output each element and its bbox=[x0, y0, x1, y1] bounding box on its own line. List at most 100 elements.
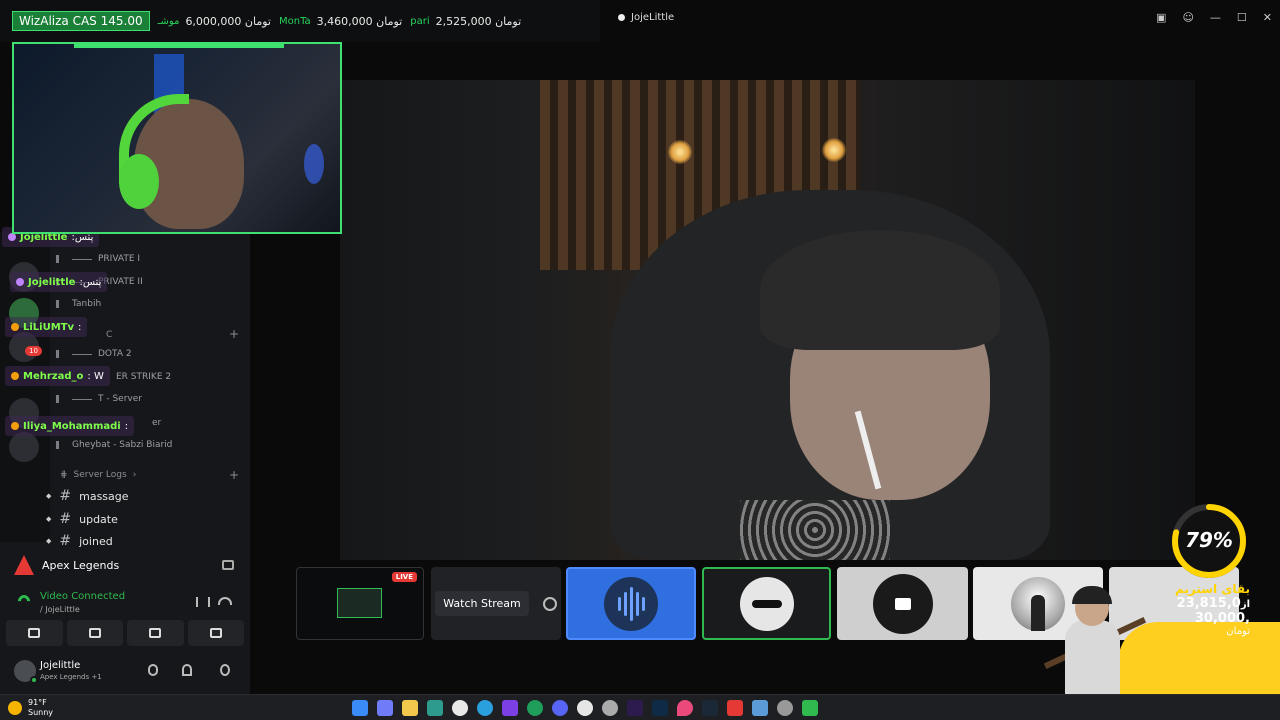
visual-studio-icon[interactable] bbox=[502, 700, 518, 716]
soundboard-icon bbox=[209, 628, 222, 638]
speaker-icon bbox=[56, 300, 66, 308]
unread-indicator-icon: ◆ bbox=[46, 537, 52, 545]
obs-icon[interactable] bbox=[577, 700, 593, 716]
signal-icon[interactable] bbox=[15, 592, 33, 610]
goal-current-suffix: از bbox=[1240, 599, 1250, 610]
voice-channel[interactable]: ER STRIKE 2 bbox=[116, 372, 171, 382]
user-activity: Apex Legends +1 bbox=[40, 673, 102, 681]
sun-icon bbox=[8, 701, 22, 715]
premiere-icon[interactable] bbox=[627, 700, 643, 716]
noise-suppression-icon[interactable] bbox=[196, 597, 210, 607]
goal-target: 30,000, bbox=[1194, 611, 1250, 626]
category-header[interactable]: ⋕ Server Logs › bbox=[60, 470, 136, 480]
voice-channel[interactable]: T - Server bbox=[56, 394, 142, 404]
popout-icon[interactable] bbox=[542, 596, 557, 611]
server-icon[interactable] bbox=[9, 432, 39, 462]
weather-text: 91°F Sunny bbox=[28, 698, 53, 718]
chat-username: LiLiUMTv bbox=[23, 321, 75, 333]
soundboard-button[interactable] bbox=[187, 620, 244, 646]
chat-text: : W bbox=[87, 370, 104, 382]
category-header[interactable]: C bbox=[106, 330, 112, 340]
watch-stream-button[interactable]: Watch Stream bbox=[435, 591, 529, 616]
start-icon[interactable] bbox=[352, 700, 368, 716]
settings-app-icon[interactable] bbox=[602, 700, 618, 716]
text-channel[interactable]: ◆ # massage bbox=[46, 488, 129, 504]
line-icon bbox=[72, 398, 92, 400]
popout-icon[interactable]: ▣ bbox=[1156, 11, 1166, 24]
close-button[interactable]: ✕ bbox=[1263, 11, 1272, 24]
online-status-icon bbox=[30, 676, 38, 684]
help-icon[interactable]: ☺ bbox=[1182, 11, 1193, 24]
username[interactable]: Jojelittle bbox=[40, 660, 80, 671]
activities-button[interactable] bbox=[127, 620, 184, 646]
text-channel[interactable]: ◆ # update bbox=[46, 511, 118, 527]
voice-channel[interactable]: Tanbih bbox=[56, 299, 101, 309]
headphones-icon[interactable] bbox=[182, 664, 192, 676]
wave-bar bbox=[617, 596, 621, 611]
streamer-hair bbox=[760, 230, 1000, 350]
apex-taskbar-icon[interactable] bbox=[727, 700, 743, 716]
unread-indicator-icon: ◆ bbox=[46, 492, 52, 500]
window-titlebar: JojeLittle ▣ ☺ — ☐ ✕ bbox=[600, 6, 1280, 28]
app-icon[interactable] bbox=[752, 700, 768, 716]
microphone-icon[interactable] bbox=[148, 664, 158, 676]
telegram-icon[interactable] bbox=[477, 700, 493, 716]
speaker-icon bbox=[56, 350, 66, 358]
voice-channel[interactable]: DOTA 2 bbox=[56, 349, 132, 359]
hash-icon: # bbox=[59, 511, 72, 527]
add-channel-icon[interactable]: + bbox=[229, 468, 239, 482]
ticker-name: MonTa bbox=[279, 15, 311, 27]
activity-card-icon[interactable] bbox=[222, 560, 234, 570]
mention-badge: 10 bbox=[25, 346, 42, 356]
app-icon[interactable] bbox=[427, 700, 443, 716]
wave-bar bbox=[623, 591, 627, 616]
hash-icon: ⋕ bbox=[60, 470, 68, 480]
category-label: C bbox=[106, 330, 113, 340]
weather-widget[interactable]: 91°F Sunny bbox=[8, 698, 53, 718]
map-pin-icon[interactable] bbox=[677, 700, 693, 716]
photoshop-icon[interactable] bbox=[652, 700, 668, 716]
goal-current: 23,815,0از bbox=[1150, 596, 1250, 611]
chrome-icon[interactable] bbox=[452, 700, 468, 716]
discord-icon[interactable] bbox=[552, 700, 568, 716]
participant-tile[interactable] bbox=[702, 567, 831, 640]
chat-message: Iliya_Mohammadi : bbox=[5, 416, 135, 436]
maximize-button[interactable]: ☐ bbox=[1237, 11, 1247, 24]
activity-panel[interactable]: Apex Legends bbox=[6, 548, 244, 582]
voice-channel[interactable]: Gheybat - Sabzi Biarid bbox=[56, 440, 172, 450]
screen: WizAliza CAS 145.00 موشـ 6,000,000 تومان… bbox=[0, 0, 1280, 720]
window-title: JojeLittle bbox=[618, 12, 674, 23]
participant-tile[interactable] bbox=[837, 567, 968, 640]
chat-text: :پتس bbox=[79, 276, 102, 288]
camera-off-button[interactable] bbox=[6, 620, 63, 646]
screen-share-button[interactable] bbox=[66, 620, 123, 646]
text-channel[interactable]: ◆ # joined bbox=[46, 533, 113, 549]
gear-icon[interactable] bbox=[777, 700, 793, 716]
app-icon[interactable] bbox=[802, 700, 818, 716]
goal-percent: 79% bbox=[1185, 528, 1233, 552]
chat-username: Mehrzad_o bbox=[23, 370, 84, 382]
main-stream-video[interactable] bbox=[340, 80, 1195, 560]
disconnect-icon[interactable] bbox=[218, 597, 232, 605]
chevron-right-icon: › bbox=[132, 470, 137, 480]
lamp-light bbox=[668, 140, 692, 164]
window-controls: ▣ ☺ — ☐ ✕ bbox=[1156, 11, 1272, 24]
speaker-icon bbox=[56, 395, 66, 403]
gear-icon[interactable] bbox=[220, 664, 230, 676]
screen-share-tile[interactable]: LIVE bbox=[296, 567, 424, 640]
voice-channel[interactable]: PRIVATE I bbox=[56, 254, 140, 264]
screen-share-icon bbox=[88, 628, 101, 638]
steam-icon[interactable] bbox=[702, 700, 718, 716]
ticker-amount: 3,460,000 تومان bbox=[316, 14, 403, 28]
line-icon bbox=[72, 353, 92, 355]
minimize-button[interactable]: — bbox=[1210, 11, 1221, 24]
participant-tile-speaking[interactable] bbox=[566, 567, 696, 640]
chat-message: Mehrzad_o : W bbox=[5, 366, 110, 386]
camera-icon bbox=[894, 597, 911, 610]
voice-status[interactable]: Video Connected bbox=[40, 591, 125, 602]
folder-icon[interactable] bbox=[402, 700, 418, 716]
edge-icon[interactable] bbox=[527, 700, 543, 716]
voice-channel[interactable]: er bbox=[152, 418, 161, 428]
add-channel-icon[interactable]: + bbox=[229, 327, 239, 341]
widgets-icon[interactable] bbox=[377, 700, 393, 716]
